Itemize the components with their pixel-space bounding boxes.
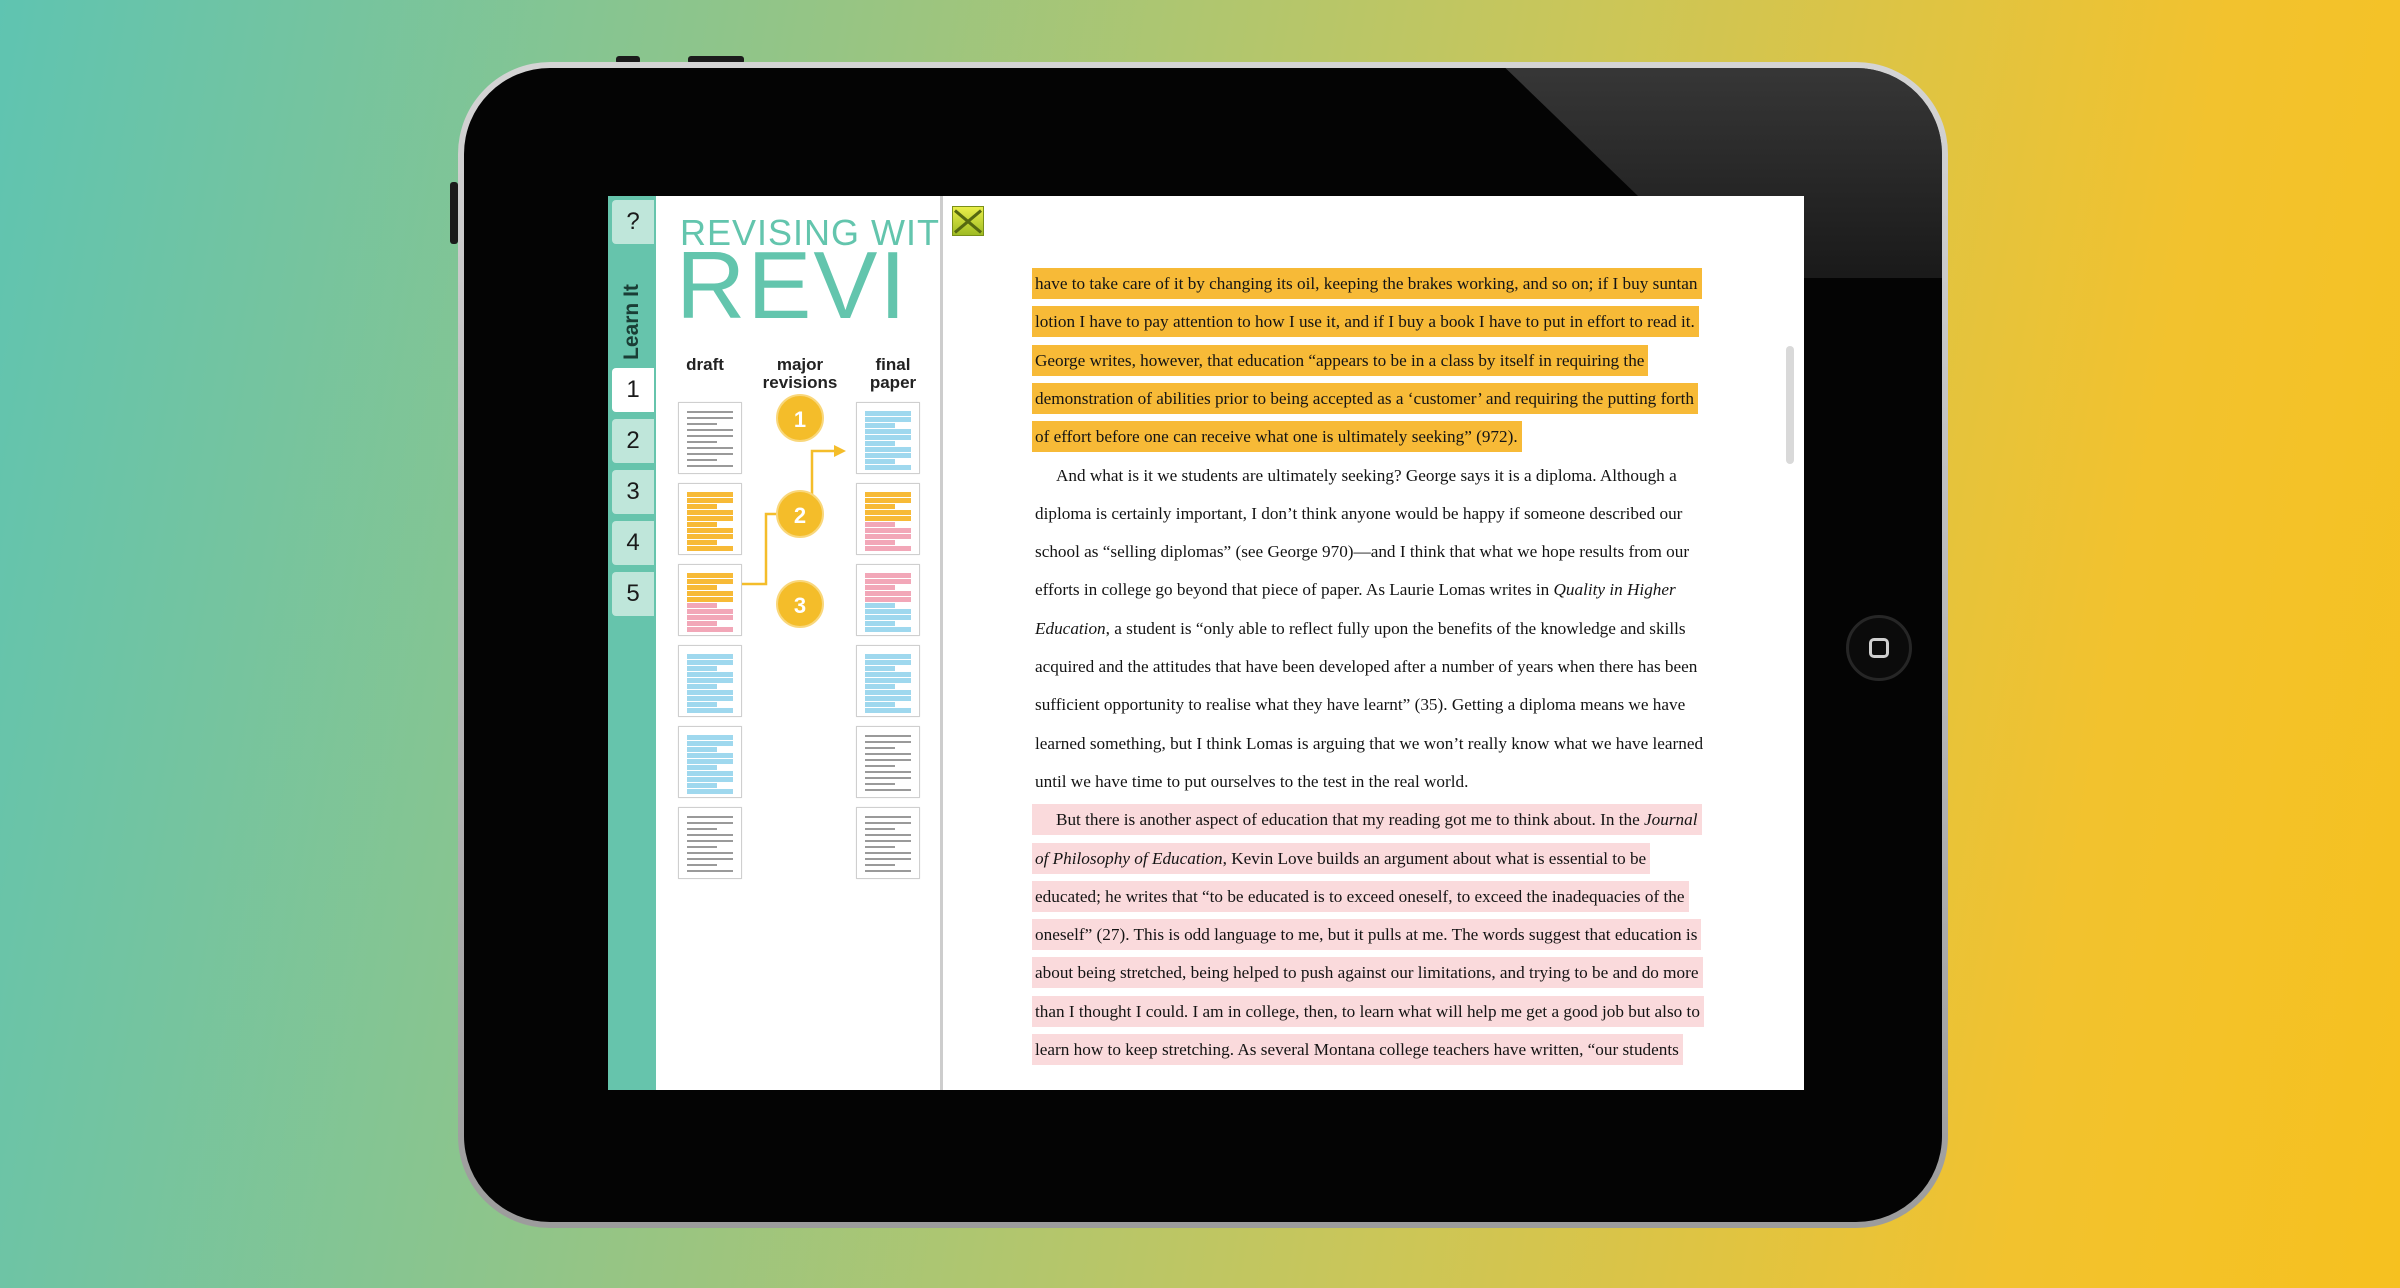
document-italic-text: Journal bbox=[1644, 810, 1698, 830]
document-line-text: , Kevin Love builds an argument about wh… bbox=[1222, 848, 1647, 868]
document-line-text: educated; he writes that “to be educated… bbox=[1035, 886, 1685, 906]
document-line-text: learn how to keep stretching. As several… bbox=[1035, 1040, 1679, 1059]
tab-3[interactable]: 3 bbox=[612, 470, 654, 514]
document-line: of Philosophy of Education, Kevin Love b… bbox=[1032, 842, 1651, 874]
document-line-text: diploma is certainly important, I don’t … bbox=[1035, 503, 1683, 523]
document-line: educated; he writes that “to be educated… bbox=[1032, 880, 1689, 912]
help-button[interactable]: ? bbox=[612, 200, 654, 244]
document-line: oneself” (27). This is odd language to m… bbox=[1032, 919, 1702, 951]
document-line: until we have time to put ourselves to t… bbox=[1032, 766, 1472, 797]
document-italic-text: of Philosophy of Education bbox=[1035, 848, 1223, 868]
document-line-text: efforts in college go beyond that piece … bbox=[1035, 580, 1554, 600]
scrollbar[interactable] bbox=[1786, 346, 1794, 464]
document-line: have to take care of it by changing its … bbox=[1032, 268, 1702, 299]
document-line-text: But there is another aspect of education… bbox=[1056, 810, 1645, 830]
document-line-text: school as “selling diplomas” (see George… bbox=[1035, 542, 1690, 562]
document-line: acquired and the attitudes that have bee… bbox=[1032, 651, 1701, 682]
document-line: But there is another aspect of education… bbox=[1032, 804, 1702, 836]
document-line: demonstration of abilities prior to bein… bbox=[1032, 382, 1698, 414]
revision-arrows bbox=[742, 445, 846, 586]
document-line-text: demonstration of abilities prior to bein… bbox=[1035, 388, 1694, 408]
document-italic-text: Quality in Higher bbox=[1553, 580, 1676, 600]
tab-5[interactable]: 5 bbox=[612, 572, 654, 616]
document-line-text: acquired and the attitudes that have bee… bbox=[1035, 657, 1698, 676]
tab-1[interactable]: 1 bbox=[612, 368, 654, 412]
home-button[interactable] bbox=[1846, 615, 1912, 681]
tab-4[interactable]: 4 bbox=[612, 521, 654, 565]
document-line: Education, a student is “only able to re… bbox=[1032, 613, 1690, 644]
document-line: about being stretched, being helped to p… bbox=[1032, 957, 1703, 989]
tab-2[interactable]: 2 bbox=[612, 419, 654, 463]
revision-overview-panel: REVISING WIT REVI draft major revisions … bbox=[656, 196, 940, 1090]
document-line-text: about being stretched, being helped to p… bbox=[1035, 963, 1699, 983]
document-viewer: have to take care of it by changing its … bbox=[944, 196, 1804, 1090]
document-line: efforts in college go beyond that piece … bbox=[1032, 574, 1680, 605]
revision-step-1-badge[interactable]: 1 bbox=[776, 394, 824, 442]
close-icon[interactable] bbox=[952, 206, 984, 236]
document-line-text: lotion I have to pay attention to how I … bbox=[1035, 312, 1695, 332]
document-line-text: learned something, but I think Lomas is … bbox=[1035, 733, 1704, 753]
learn-it-label: Learn It bbox=[620, 284, 644, 360]
document-line: of effort before one can receive what on… bbox=[1032, 421, 1522, 453]
document-line-text: until we have time to put ourselves to t… bbox=[1035, 771, 1469, 791]
document-line: than I thought I could. I am in college,… bbox=[1032, 995, 1704, 1027]
document-line: learn how to keep stretching. As several… bbox=[1032, 1034, 1683, 1065]
home-square-icon bbox=[1869, 638, 1889, 658]
document-line-text: , a student is “only able to reflect ful… bbox=[1105, 618, 1686, 638]
document-line: lotion I have to pay attention to how I … bbox=[1032, 306, 1699, 338]
document-line: diploma is certainly important, I don’t … bbox=[1032, 498, 1686, 529]
revision-step-2-badge[interactable]: 2 bbox=[776, 490, 824, 538]
panel-divider bbox=[940, 196, 943, 1090]
document-line-text: And what is it we students are ultimatel… bbox=[1056, 465, 1677, 485]
tab-rail: ? Learn It 1 2 3 4 5 bbox=[608, 196, 656, 1090]
revision-step-3-badge[interactable]: 3 bbox=[776, 580, 824, 628]
document-line-text: than I thought I could. I am in college,… bbox=[1035, 1001, 1700, 1021]
document-line: And what is it we students are ultimatel… bbox=[1032, 460, 1681, 491]
document-line-text: of effort before one can receive what on… bbox=[1035, 427, 1518, 447]
document-line-text: sufficient opportunity to realise what t… bbox=[1035, 695, 1686, 715]
document-italic-text: Education bbox=[1035, 618, 1106, 638]
document-line: sufficient opportunity to realise what t… bbox=[1032, 689, 1689, 720]
document-line-text: oneself” (27). This is odd language to m… bbox=[1035, 925, 1698, 945]
document-line: George writes, however, that education “… bbox=[1032, 344, 1649, 376]
document-line-text: George writes, however, that education “… bbox=[1035, 350, 1645, 370]
document-line-text: have to take care of it by changing its … bbox=[1035, 274, 1698, 293]
document-line: school as “selling diplomas” (see George… bbox=[1032, 536, 1693, 567]
side-button bbox=[450, 182, 458, 244]
app-screen: ? Learn It 1 2 3 4 5 REVISING WIT REVI d… bbox=[608, 196, 1804, 1090]
document-line: learned something, but I think Lomas is … bbox=[1032, 728, 1707, 759]
